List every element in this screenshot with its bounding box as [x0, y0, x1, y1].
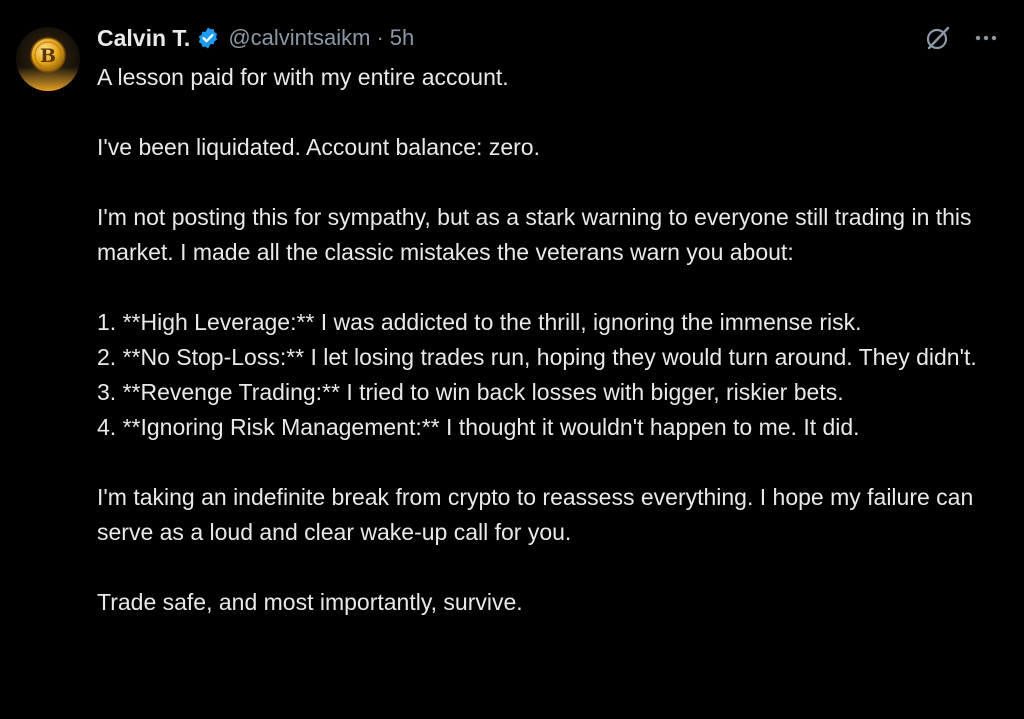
list-item: 3. **Revenge Trading:** I tried to win b… [97, 379, 844, 405]
tweet-line: I've been liquidated. Account balance: z… [97, 134, 540, 160]
avatar-letter: B [40, 45, 56, 67]
user-handle[interactable]: @calvintsaikm [228, 25, 370, 51]
tweet-actions [922, 22, 1002, 54]
tweet-text: A lesson paid for with my entire account… [97, 60, 1007, 620]
verified-badge-icon[interactable] [196, 26, 220, 50]
avatar[interactable]: B [16, 27, 80, 91]
tweet-line: A lesson paid for with my entire account… [97, 64, 509, 90]
list-item: 4. **Ignoring Risk Management:** I thoug… [97, 414, 860, 440]
timestamp[interactable]: 5h [390, 25, 414, 51]
grok-icon[interactable] [922, 22, 954, 54]
more-options-icon[interactable] [970, 22, 1002, 54]
list-item: 2. **No Stop-Loss:** I let losing trades… [97, 344, 977, 370]
tweet-header: Calvin T. @calvintsaikm · 5h [97, 20, 414, 56]
display-name[interactable]: Calvin T. [97, 25, 190, 52]
tweet[interactable]: B Calvin T. @calvintsaikm · 5h A lesson … [0, 0, 1024, 719]
bitcoin-avatar-icon: B [16, 27, 80, 91]
tweet-line: I'm not posting this for sympathy, but a… [97, 204, 972, 265]
list-item: 1. **High Leverage:** I was addicted to … [97, 309, 862, 335]
separator-dot: · [376, 25, 384, 50]
tweet-line: Trade safe, and most importantly, surviv… [97, 589, 523, 615]
tweet-line: I'm taking an indefinite break from cryp… [97, 484, 974, 545]
